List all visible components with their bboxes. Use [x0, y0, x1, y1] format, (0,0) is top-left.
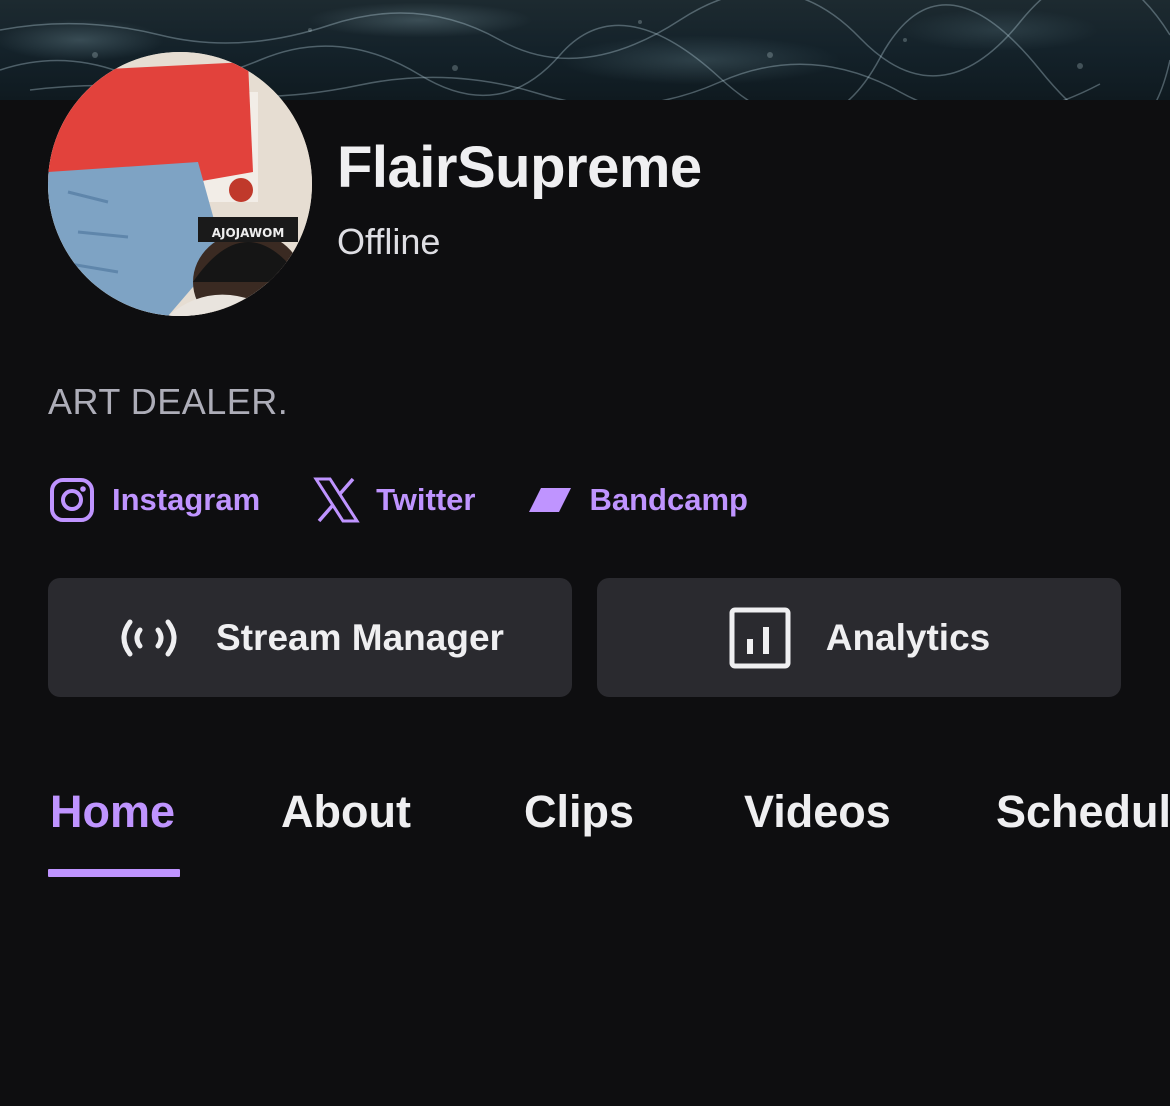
channel-name: FlairSupreme — [337, 135, 702, 200]
analytics-chart-icon — [728, 606, 792, 670]
stream-manager-button[interactable]: Stream Manager — [48, 578, 572, 697]
channel-page: AJOJAWOM FlairSupreme Offline ART DEALER… — [0, 0, 1170, 1106]
cap-logo-text: AJOJAWOM — [212, 226, 285, 240]
tab-videos[interactable]: Videos — [744, 786, 891, 838]
broadcast-icon — [116, 616, 182, 660]
social-link-bandcamp[interactable]: Bandcamp — [527, 482, 748, 518]
social-links: Instagram Twitter Bandcamp — [48, 470, 800, 530]
social-link-label: Instagram — [112, 482, 261, 517]
channel-status: Offline — [337, 221, 441, 262]
instagram-icon — [48, 476, 96, 524]
x-twitter-icon — [312, 476, 360, 524]
tab-schedule[interactable]: Schedule — [996, 786, 1170, 838]
channel-bio: ART DEALER. — [48, 381, 289, 422]
analytics-button[interactable]: Analytics — [597, 578, 1121, 697]
channel-tabs: Home About Clips Videos Schedule — [0, 770, 1170, 880]
tab-about[interactable]: About — [281, 786, 411, 838]
social-link-label: Twitter — [376, 482, 476, 517]
channel-avatar[interactable]: AJOJAWOM — [48, 52, 312, 316]
analytics-label: Analytics — [825, 616, 991, 658]
active-tab-indicator — [48, 869, 180, 877]
bandcamp-icon — [527, 485, 573, 515]
tab-clips[interactable]: Clips — [524, 786, 634, 838]
social-link-twitter[interactable]: Twitter — [312, 476, 475, 524]
social-link-instagram[interactable]: Instagram — [48, 476, 260, 524]
stream-manager-label: Stream Manager — [216, 616, 504, 658]
social-link-label: Bandcamp — [589, 482, 748, 517]
tab-home[interactable]: Home — [50, 786, 175, 838]
